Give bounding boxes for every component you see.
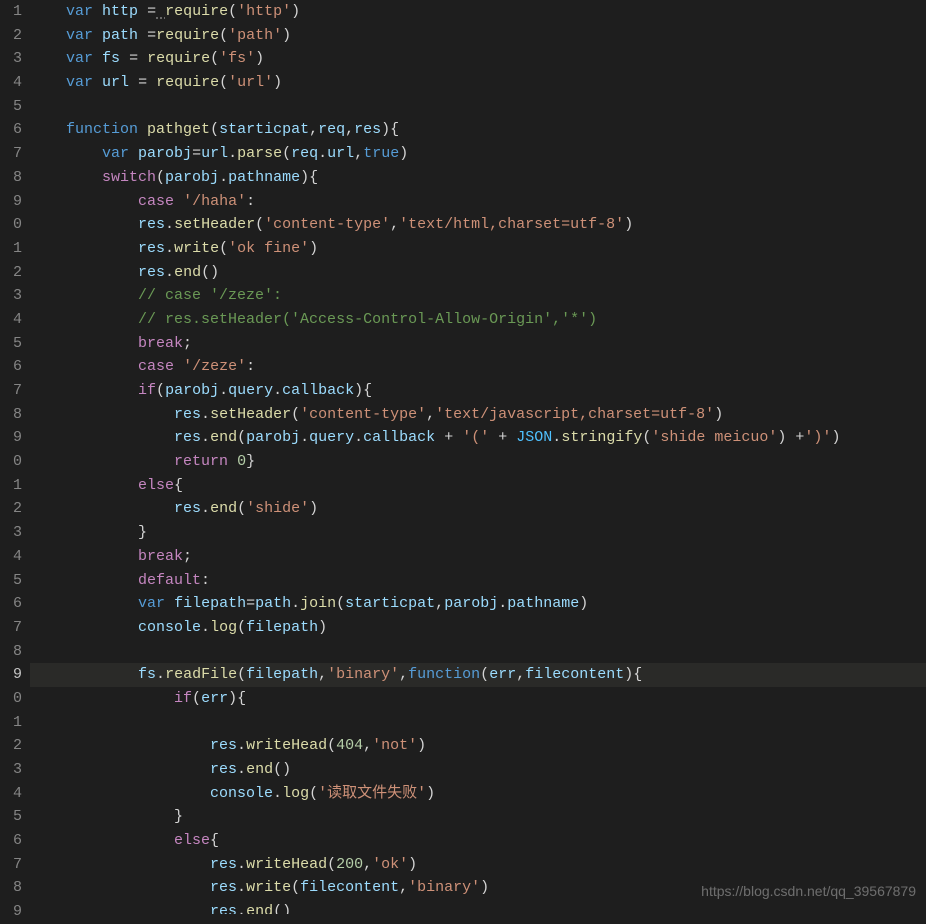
code-line[interactable]: var parobj=url.parse(req.url,true) [30, 142, 926, 166]
code-line[interactable]: var url = require('url') [30, 71, 926, 95]
code-line[interactable]: switch(parobj.pathname){ [30, 166, 926, 190]
line-number: 8 [0, 640, 22, 664]
code-area[interactable]: var http = require('http') var path =req… [30, 0, 926, 914]
code-line[interactable]: else{ [30, 474, 926, 498]
code-line[interactable]: var path =require('path') [30, 24, 926, 48]
line-number: 2 [0, 24, 22, 48]
line-number: 1 [0, 711, 22, 735]
line-number: 4 [0, 545, 22, 569]
line-number: 5 [0, 332, 22, 356]
line-number: 5 [0, 95, 22, 119]
code-line[interactable]: res.writeHead(404,'not') [30, 734, 926, 758]
line-number: 6 [0, 829, 22, 853]
code-line[interactable]: break; [30, 545, 926, 569]
line-number: 9 [0, 426, 22, 450]
line-number: 7 [0, 616, 22, 640]
line-number: 1 [0, 0, 22, 24]
code-line[interactable]: res.writeHead(200,'ok') [30, 853, 926, 877]
line-number: 8 [0, 166, 22, 190]
line-number: 9 [0, 900, 22, 924]
line-number: 1 [0, 474, 22, 498]
line-number: 2 [0, 734, 22, 758]
line-number: 2 [0, 497, 22, 521]
line-number: 2 [0, 261, 22, 285]
line-number: 3 [0, 47, 22, 71]
code-line[interactable] [30, 640, 926, 664]
code-line[interactable]: } [30, 805, 926, 829]
line-number-gutter: 123456789012345678901234567890123456789 [0, 0, 30, 914]
line-number: 1 [0, 237, 22, 261]
line-number: 8 [0, 876, 22, 900]
line-number: 3 [0, 521, 22, 545]
code-line[interactable]: res.end('shide') [30, 497, 926, 521]
code-line[interactable]: // case '/zeze': [30, 284, 926, 308]
line-number: 3 [0, 284, 22, 308]
line-number: 5 [0, 805, 22, 829]
line-number: 6 [0, 592, 22, 616]
code-line[interactable]: res.write('ok fine') [30, 237, 926, 261]
line-number: 6 [0, 118, 22, 142]
code-line[interactable]: function pathget(starticpat,req,res){ [30, 118, 926, 142]
line-number: 4 [0, 782, 22, 806]
code-line[interactable] [30, 711, 926, 735]
line-number: 9 [0, 663, 22, 687]
code-line[interactable]: res.end() [30, 758, 926, 782]
code-line[interactable]: return 0} [30, 450, 926, 474]
line-number: 0 [0, 687, 22, 711]
line-number: 5 [0, 569, 22, 593]
code-line[interactable]: var http = require('http') [30, 0, 926, 24]
code-line[interactable]: res.end() [30, 261, 926, 285]
line-number: 0 [0, 450, 22, 474]
line-number: 6 [0, 355, 22, 379]
code-line[interactable]: if(parobj.query.callback){ [30, 379, 926, 403]
code-line[interactable]: res.setHeader('content-type','text/javas… [30, 403, 926, 427]
code-line[interactable] [30, 95, 926, 119]
code-line[interactable]: var fs = require('fs') [30, 47, 926, 71]
code-line[interactable]: res.end(parobj.query.callback + '(' + JS… [30, 426, 926, 450]
line-number: 4 [0, 71, 22, 95]
line-number: 8 [0, 403, 22, 427]
code-editor[interactable]: 123456789012345678901234567890123456789 … [0, 0, 926, 914]
line-number: 9 [0, 190, 22, 214]
code-line[interactable]: case '/zeze': [30, 355, 926, 379]
code-line[interactable]: break; [30, 332, 926, 356]
line-number: 0 [0, 213, 22, 237]
line-number: 7 [0, 379, 22, 403]
code-line[interactable]: var filepath=path.join(starticpat,parobj… [30, 592, 926, 616]
code-line[interactable]: case '/haha': [30, 190, 926, 214]
code-line[interactable]: console.log('读取文件失败') [30, 782, 926, 806]
code-line[interactable]: else{ [30, 829, 926, 853]
line-number: 4 [0, 308, 22, 332]
line-number: 7 [0, 142, 22, 166]
code-line[interactable]: if(err){ [30, 687, 926, 711]
code-line[interactable]: // res.setHeader('Access-Control-Allow-O… [30, 308, 926, 332]
code-line[interactable]: console.log(filepath) [30, 616, 926, 640]
watermark-text: https://blog.csdn.net/qq_39567879 [701, 880, 916, 904]
line-number: 7 [0, 853, 22, 877]
line-number: 3 [0, 758, 22, 782]
code-line[interactable]: fs.readFile(filepath,'binary',function(e… [30, 663, 926, 687]
code-line[interactable]: default: [30, 569, 926, 593]
code-line[interactable]: res.setHeader('content-type','text/html,… [30, 213, 926, 237]
code-line[interactable]: } [30, 521, 926, 545]
